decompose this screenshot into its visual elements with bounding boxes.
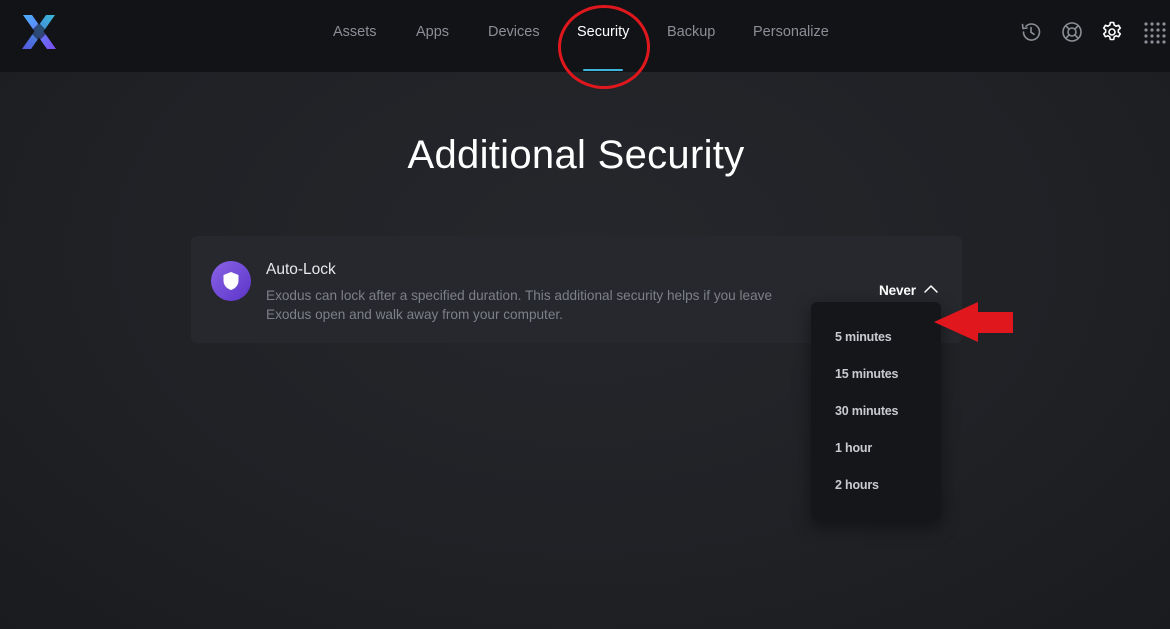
auto-lock-select[interactable]: Never	[879, 283, 938, 301]
active-tab-indicator	[583, 69, 623, 71]
dropdown-option[interactable]: 1 hour	[811, 430, 941, 467]
main-nav: Assets Apps Devices Security Backup Pers…	[0, 0, 1170, 72]
chevron-up-icon[interactable]	[923, 283, 939, 298]
tab-personalize[interactable]: Personalize	[753, 24, 829, 44]
auto-lock-dropdown: 5 minutes 15 minutes 30 minutes 1 hour 2…	[811, 302, 941, 521]
dropdown-option[interactable]: 30 minutes	[811, 393, 941, 430]
auto-lock-description: Exodus can lock after a specified durati…	[266, 288, 773, 322]
page-title: Additional Security	[407, 133, 745, 177]
tab-devices[interactable]: Devices	[488, 24, 540, 44]
auto-lock-title: Auto-Lock	[266, 261, 336, 278]
settings-icon[interactable]	[1100, 20, 1124, 44]
apps-grid-icon[interactable]	[1142, 20, 1166, 44]
top-bar: Assets Apps Devices Security Backup Pers…	[0, 0, 1170, 89]
tab-apps[interactable]: Apps	[416, 24, 449, 44]
support-icon[interactable]	[1060, 20, 1084, 44]
shield-icon	[211, 261, 251, 301]
dropdown-option[interactable]: 2 hours	[811, 467, 941, 504]
app-window: Assets Apps Devices Security Backup Pers…	[0, 0, 1170, 629]
tab-assets[interactable]: Assets	[333, 24, 377, 44]
auto-lock-selected-value: Never	[879, 283, 916, 298]
dropdown-option[interactable]: 5 minutes	[811, 319, 941, 356]
tab-security[interactable]: Security	[577, 24, 629, 44]
tab-backup[interactable]: Backup	[667, 24, 715, 44]
dropdown-option[interactable]: 15 minutes	[811, 356, 941, 393]
history-icon[interactable]	[1019, 20, 1043, 44]
